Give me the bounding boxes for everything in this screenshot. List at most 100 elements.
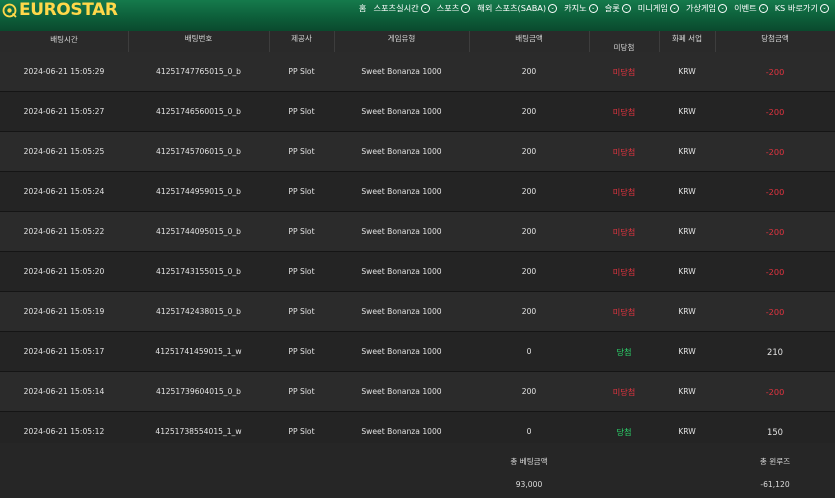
cell-currency: KRW xyxy=(678,387,696,396)
column-divider xyxy=(334,31,335,52)
cell-bet-time: 2024-06-21 15:05:27 xyxy=(23,107,105,116)
column-header-bet-number[interactable]: 배팅번호 xyxy=(128,28,269,49)
total-winloss-label: 총 윈루즈 xyxy=(759,457,791,466)
cell-bet-time: 2024-06-21 15:05:19 xyxy=(23,307,105,316)
nav-item-4[interactable]: 카지노 ⌄ xyxy=(564,2,598,14)
cell-payout: -200 xyxy=(765,386,785,397)
cell-result: 미당첨 xyxy=(612,306,636,317)
cell-provider: PP Slot xyxy=(288,227,315,236)
cell-bet-number: 41251741459015_1_w xyxy=(155,347,242,356)
cell-bet-time: 2024-06-21 15:05:22 xyxy=(23,227,105,236)
cell-game-type: Sweet Bonanza 1000 xyxy=(361,107,442,116)
cell-bet-amount: 200 xyxy=(521,107,537,116)
chevron-down-icon: ⌄ xyxy=(758,3,768,13)
nav-item-label: KS 바로가기 xyxy=(774,3,818,13)
table-row[interactable]: 2024-06-21 15:05:27 41251746560015_0_b PP … xyxy=(0,92,835,132)
nav-item-label: 해외 스포츠(SABA) xyxy=(477,3,547,13)
nav-item-label: 스포츠 xyxy=(436,3,460,13)
cell-bet-time: 2024-06-21 15:05:24 xyxy=(23,187,105,196)
cell-payout: -200 xyxy=(765,226,785,237)
logo-icon xyxy=(1,2,17,18)
cell-result: 미당첨 xyxy=(612,106,636,117)
column-header-provider[interactable]: 제공사 xyxy=(269,28,334,49)
table-row[interactable]: 2024-06-21 15:05:17 41251741459015_1_w PP … xyxy=(0,332,835,372)
cell-currency: KRW xyxy=(678,147,696,156)
nav-item-5[interactable]: 슬롯 ⌄ xyxy=(605,2,631,14)
nav-item-7[interactable]: 가상게임 ⌄ xyxy=(685,2,728,14)
nav-item-2[interactable]: 스포츠 ⌄ xyxy=(437,2,471,14)
cell-bet-amount: 200 xyxy=(521,147,537,156)
cell-bet-time: 2024-06-21 15:05:17 xyxy=(23,347,105,356)
cell-bet-time: 2024-06-21 15:05:20 xyxy=(23,267,105,276)
cell-game-type: Sweet Bonanza 1000 xyxy=(361,267,442,276)
column-header-currency[interactable]: 화폐 서업 xyxy=(659,28,715,49)
cell-bet-amount: 200 xyxy=(521,267,537,276)
nav-item-9[interactable]: KS 바로가기 ⌄ xyxy=(775,2,829,14)
cell-bet-number: 41251742438015_0_b xyxy=(156,307,241,316)
column-divider xyxy=(589,31,590,52)
chevron-down-icon: ⌄ xyxy=(820,3,829,13)
cell-bet-number: 41251746560015_0_b xyxy=(156,107,241,116)
chevron-down-icon: ⌄ xyxy=(420,3,430,13)
nav-item-label: 가상게임 xyxy=(685,3,717,13)
cell-bet-number: 41251744095015_0_b xyxy=(156,227,241,236)
cell-currency: KRW xyxy=(678,307,696,316)
cell-provider: PP Slot xyxy=(288,187,315,196)
cell-payout: -200 xyxy=(765,266,785,277)
cell-game-type: Sweet Bonanza 1000 xyxy=(361,387,442,396)
cell-bet-amount: 200 xyxy=(521,387,537,396)
table-row[interactable]: 2024-06-21 15:05:19 41251742438015_0_b PP … xyxy=(0,292,835,332)
table-row[interactable]: 2024-06-21 15:05:14 41251739604015_0_b PP … xyxy=(0,372,835,412)
brand-logo[interactable]: EUROSTAR xyxy=(0,0,118,20)
column-header-payout[interactable]: 당첨금액 xyxy=(715,28,835,49)
cell-game-type: Sweet Bonanza 1000 xyxy=(361,67,442,76)
nav-item-8[interactable]: 이벤트 ⌄ xyxy=(734,2,768,14)
cell-bet-amount: 200 xyxy=(521,227,537,236)
cell-result: 미당첨 xyxy=(612,386,636,397)
cell-result: 당첨 xyxy=(616,346,632,357)
column-divider xyxy=(659,31,660,52)
nav-item-0[interactable]: 홈 xyxy=(359,2,367,14)
nav-item-6[interactable]: 미니게임 ⌄ xyxy=(638,2,679,14)
table-row[interactable]: 2024-06-21 15:05:24 41251744959015_0_b PP … xyxy=(0,172,835,212)
cell-payout: -200 xyxy=(765,66,785,77)
table-row[interactable]: 2024-06-21 15:05:22 41251744095015_0_b PP … xyxy=(0,212,835,252)
nav-item-label: 홈 xyxy=(358,3,367,13)
cell-bet-amount: 200 xyxy=(521,307,537,316)
cell-game-type: Sweet Bonanza 1000 xyxy=(361,147,442,156)
cell-bet-time: 2024-06-21 15:05:29 xyxy=(23,67,105,76)
chevron-down-icon: ⌄ xyxy=(461,3,471,13)
cell-payout: -200 xyxy=(765,106,785,117)
table-row[interactable]: 2024-06-21 15:05:29 41251747765015_0_b PP … xyxy=(0,52,835,92)
top-navigation-bar: EUROSTAR 홈 스포츠실시간 ⌄ 스포츠 ⌄ 해외 스포츠(SABA) ⌄ 카지노 ⌄ 슬롯… xyxy=(0,0,835,31)
cell-game-type: Sweet Bonanza 1000 xyxy=(361,307,442,316)
cell-currency: KRW xyxy=(678,347,696,356)
column-header-bet-time[interactable]: 배팅시간 xyxy=(0,29,128,50)
cell-game-type: Sweet Bonanza 1000 xyxy=(361,347,442,356)
cell-result: 미당첨 xyxy=(612,66,636,77)
nav-item-label: 슬롯 xyxy=(604,3,620,13)
column-header-game-type[interactable]: 게임유형 xyxy=(334,28,469,49)
chevron-down-icon: ⌄ xyxy=(621,3,631,13)
table-row[interactable]: 2024-06-21 15:05:20 41251743155015_0_b PP … xyxy=(0,252,835,292)
column-divider xyxy=(715,31,716,52)
cell-payout: -200 xyxy=(765,306,785,317)
cell-bet-amount: 0 xyxy=(526,347,532,356)
chevron-down-icon: ⌄ xyxy=(669,3,679,13)
table-row[interactable]: 2024-06-21 15:05:25 41251745706015_0_b PP … xyxy=(0,132,835,172)
cell-bet-amount: 200 xyxy=(521,67,537,76)
chevron-down-icon: ⌄ xyxy=(588,3,598,13)
cell-provider: PP Slot xyxy=(288,387,315,396)
nav-item-label: 카지노 xyxy=(564,3,587,13)
cell-bet-number: 41251744959015_0_b xyxy=(156,187,241,196)
column-header-bet-amount[interactable]: 배팅금액 xyxy=(469,28,589,49)
bet-history-table: 2024-06-21 15:05:29 41251747765015_0_b PP … xyxy=(0,52,835,452)
cell-result: 미당첨 xyxy=(612,146,636,157)
cell-provider: PP Slot xyxy=(288,107,315,116)
nav-item-1[interactable]: 스포츠실시간 ⌄ xyxy=(373,2,430,14)
cell-bet-time: 2024-06-21 15:05:25 xyxy=(23,147,105,156)
nav-item-label: 이벤트 xyxy=(734,3,757,13)
cell-payout: -200 xyxy=(765,186,785,197)
nav-item-3[interactable]: 해외 스포츠(SABA) ⌄ xyxy=(477,2,558,14)
cell-bet-amount: 200 xyxy=(521,187,537,196)
